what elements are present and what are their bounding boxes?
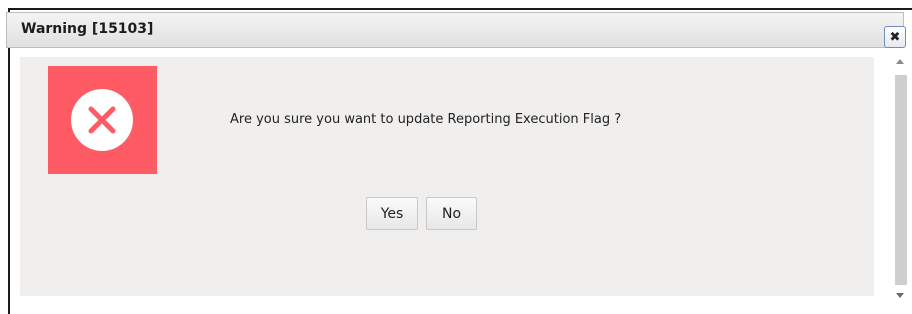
dialog-titlebar[interactable]: Warning [15103]	[6, 12, 904, 48]
no-button[interactable]: No	[426, 197, 477, 230]
close-button[interactable]: ✖	[884, 26, 906, 48]
scroll-up-arrow-icon[interactable]	[896, 59, 904, 64]
error-circle-x-icon	[71, 89, 133, 151]
dialog-content: Are you sure you want to update Reportin…	[20, 57, 874, 296]
error-icon-tile	[48, 66, 157, 174]
dialog-message: Are you sure you want to update Reportin…	[230, 112, 622, 127]
close-icon: ✖	[889, 29, 901, 45]
vertical-scrollbar[interactable]	[893, 57, 910, 306]
yes-button[interactable]: Yes	[366, 197, 418, 230]
scroll-thumb[interactable]	[895, 75, 907, 285]
scroll-down-arrow-icon[interactable]	[896, 293, 904, 298]
dialog-title: Warning [15103]	[21, 21, 154, 37]
